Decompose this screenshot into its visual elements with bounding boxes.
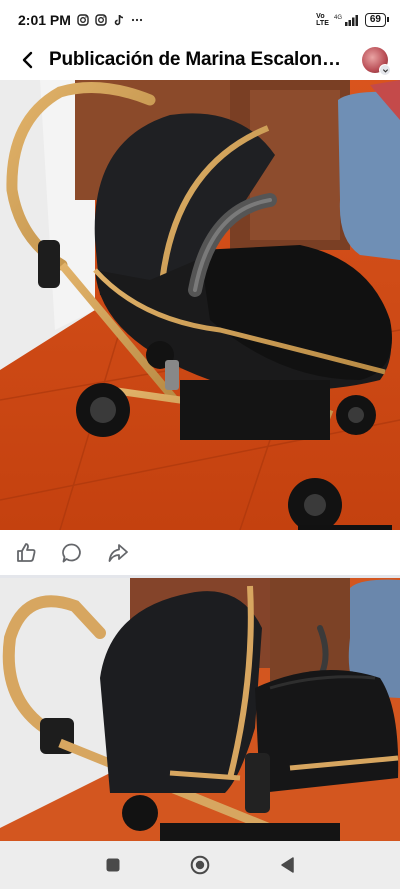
like-button[interactable] <box>10 537 42 569</box>
app-bar: Publicación de Marina Escalon… <box>0 40 400 80</box>
square-icon <box>106 858 120 872</box>
system-back-button[interactable] <box>267 845 307 885</box>
status-left: 2:01 PM <box>18 12 143 28</box>
instagram-icon <box>77 14 89 26</box>
home-button[interactable] <box>180 845 220 885</box>
speech-bubble-icon <box>62 543 81 562</box>
system-navigation-bar <box>0 841 400 889</box>
share-button[interactable] <box>102 537 134 569</box>
comment-button[interactable] <box>56 537 88 569</box>
post-photo-stroller-2[interactable] <box>0 578 400 841</box>
post-photo-stroller-1[interactable] <box>0 80 400 530</box>
recents-button[interactable] <box>93 845 133 885</box>
stroller-photo <box>0 578 400 841</box>
thumbs-up-icon <box>17 542 36 562</box>
status-right: Vo LTE 4G 69 <box>316 13 390 27</box>
signal-icon: 4G <box>334 15 358 26</box>
back-button[interactable] <box>14 44 42 76</box>
avatar[interactable] <box>362 47 391 76</box>
volte-top: Vo <box>316 13 325 20</box>
volte-bottom: LTE <box>316 20 329 27</box>
triangle-back-icon <box>280 857 294 873</box>
svg-text:4G: 4G <box>334 15 342 21</box>
circle-icon <box>190 855 210 875</box>
post-action-bar <box>0 530 400 575</box>
battery-indicator: 69 <box>364 13 390 27</box>
instagram-icon <box>95 14 107 26</box>
status-bar: 2:01 PM Vo LTE 4G 69 <box>0 0 400 40</box>
more-dots-icon <box>131 18 143 22</box>
tiktok-icon <box>114 14 124 26</box>
stroller-photo <box>0 80 400 530</box>
page-title: Publicación de Marina Escalon… <box>49 49 341 70</box>
volte-indicator: Vo LTE <box>316 13 329 27</box>
arrow-left-icon <box>22 51 33 69</box>
chevron-down-icon <box>379 64 391 76</box>
share-arrow-icon <box>108 543 128 562</box>
status-time: 2:01 PM <box>18 12 71 28</box>
